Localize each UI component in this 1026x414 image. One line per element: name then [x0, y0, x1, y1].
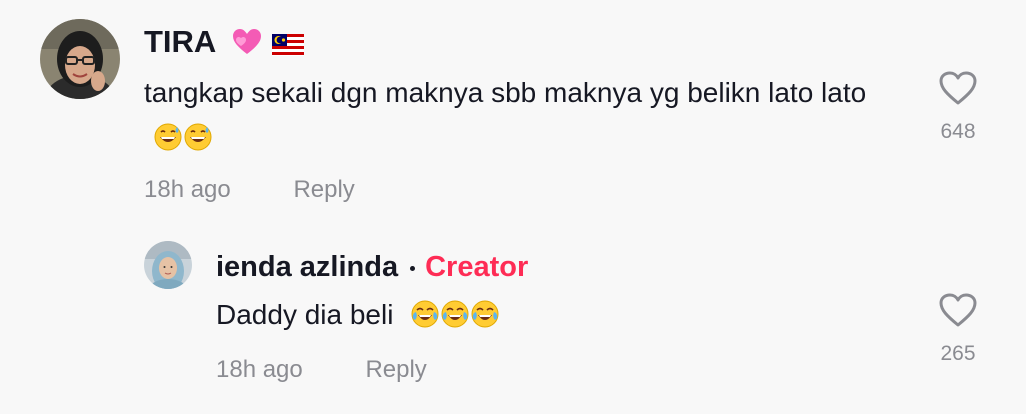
malaysia-flag-emoji — [272, 28, 305, 64]
grinning-sweat-emoji — [154, 119, 182, 164]
comment-username-text: TIRA — [144, 24, 216, 59]
reply-text-content: Daddy dia beli — [216, 299, 394, 330]
comment-like-count: 648 — [940, 120, 976, 143]
reply-username-text: ienda azlinda — [216, 251, 399, 283]
grinning-sweat-emoji — [184, 119, 212, 164]
revolving-hearts-emoji — [232, 28, 262, 64]
tears-of-joy-emoji — [471, 296, 499, 341]
heart-outline-icon[interactable] — [938, 292, 978, 328]
tears-of-joy-emoji — [411, 296, 439, 341]
creator-badge: Creator — [425, 251, 529, 283]
separator-dot — [410, 265, 416, 271]
comment-timestamp: 18h ago — [144, 176, 231, 203]
comment-username[interactable]: TIRA — [144, 24, 305, 64]
tears-of-joy-emoji — [441, 296, 469, 341]
comment-text-content: tangkap sekali dgn maknya sbb maknya yg … — [144, 77, 867, 108]
reply-timestamp: 18h ago — [216, 356, 303, 383]
reply-username[interactable]: ienda azlinda Creator — [216, 249, 528, 285]
comment-reply-button[interactable]: Reply — [293, 176, 354, 203]
comment-text: tangkap sekali dgn maknya sbb maknya yg … — [144, 70, 904, 164]
reply-text: Daddy dia beli — [216, 292, 856, 341]
comment-avatar[interactable] — [40, 19, 120, 99]
reply-reply-button[interactable]: Reply — [365, 356, 426, 383]
comment-like-control[interactable]: 648 — [928, 70, 988, 144]
heart-outline-icon[interactable] — [938, 70, 978, 106]
reply-meta: 18h ago Reply — [216, 356, 427, 384]
reply-like-count: 265 — [940, 342, 976, 365]
reply-avatar[interactable] — [144, 241, 192, 289]
reply-like-control[interactable]: 265 — [928, 292, 988, 366]
comment-meta: 18h ago Reply — [144, 176, 355, 204]
